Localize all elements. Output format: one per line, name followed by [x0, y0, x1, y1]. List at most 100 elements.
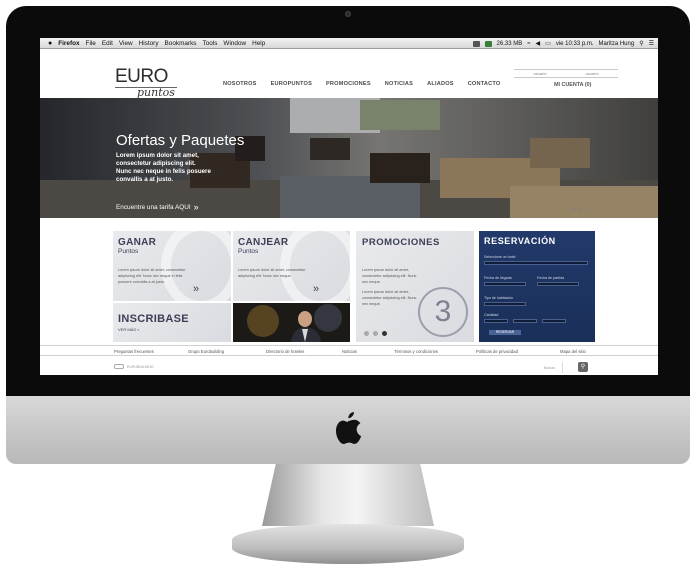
- apple-logo-icon: [336, 412, 362, 445]
- wifi-icon[interactable]: ≈: [527, 41, 530, 47]
- double-chevron-icon: »: [193, 202, 199, 212]
- footer-link-terms[interactable]: Términos y condiciones: [394, 349, 438, 354]
- hotel-label: Seleccione un hotel: [484, 255, 516, 259]
- quantity-label: Cantidad: [484, 313, 499, 317]
- footer-link-hotels[interactable]: Directorio de hoteles: [266, 349, 304, 354]
- promo-number: 3: [418, 287, 468, 337]
- menu-help[interactable]: Help: [252, 40, 265, 47]
- site-logo[interactable]: EURO puntos: [115, 66, 193, 100]
- nav-contacto[interactable]: CONTACTO: [468, 81, 501, 87]
- menu-history[interactable]: History: [139, 40, 159, 47]
- room-type-label: Tipo de habitación: [484, 296, 514, 300]
- tile-canjear[interactable]: CANJEAR Puntos Lorem ipsum dolor sit ame…: [233, 231, 350, 301]
- search-icon[interactable]: ⚲: [578, 362, 588, 372]
- nav-noticias[interactable]: NOTICIAS: [385, 81, 413, 87]
- status-app-icon[interactable]: [484, 40, 492, 47]
- memory-readout: 26.33 MB: [496, 40, 523, 47]
- photo-image: [233, 303, 350, 342]
- checkout-label: Fecha de partida: [537, 276, 564, 280]
- menu-window[interactable]: Window: [223, 40, 246, 47]
- apple-menu-icon[interactable]: ●: [48, 40, 52, 47]
- menu-tools[interactable]: Tools: [202, 40, 217, 47]
- footer-link-privacy[interactable]: Políticas de privacidad: [476, 349, 518, 354]
- footer-brand[interactable]: EUROBUILDING: [114, 364, 154, 369]
- pager-dot[interactable]: [373, 331, 378, 336]
- hero-cta-link[interactable]: Encuentre una tarifa AQUI»: [116, 202, 199, 212]
- footer-links: Preguntas frecuentes Grupo Eurobuilding …: [40, 345, 658, 356]
- main-nav: NOSOTROS EUROPUNTOS PROMOCIONES NOTICIAS…: [223, 81, 514, 87]
- pager-dot[interactable]: [364, 331, 369, 336]
- menubar-status: 26.33 MB ≈ ◀ ▭ vie 10:33 p.m. Maritza Hu…: [472, 38, 654, 49]
- checkin-label: Fecha de llegada: [484, 276, 512, 280]
- imac-stand: [262, 464, 434, 526]
- hero-text: Lorem ipsum dolor sit amet, consectetur …: [116, 152, 211, 184]
- volume-icon[interactable]: ◀: [536, 40, 541, 47]
- username-field[interactable]: usuario: [533, 71, 546, 76]
- footer-link-faq[interactable]: Preguntas frecuentes: [114, 349, 154, 354]
- menu-file[interactable]: File: [86, 40, 96, 47]
- tile-title: CANJEAR: [238, 237, 289, 248]
- imac-foot: [232, 524, 464, 564]
- checkout-field[interactable]: [537, 282, 579, 286]
- clock[interactable]: vie 10:33 p.m.: [556, 41, 594, 47]
- password-field[interactable]: usuario: [585, 71, 598, 76]
- imac: ● Firefox File Edit View History Bookmar…: [0, 0, 696, 569]
- camera-icon: [345, 11, 351, 17]
- reservation-panel: RESERVACIÓN Seleccione un hotel Fecha de…: [479, 231, 595, 342]
- battery-icon[interactable]: ▭: [545, 40, 551, 47]
- double-chevron-icon[interactable]: »: [193, 283, 199, 295]
- hero-line: Lorem ipsum dolor sit amet,: [116, 152, 199, 159]
- tile-title: PROMOCIONES: [362, 237, 440, 248]
- tile-subtitle[interactable]: VER MÁS »: [118, 327, 139, 332]
- footer-divider: [562, 362, 563, 373]
- hero-title: Ofertas y Paquetes: [116, 132, 245, 149]
- menu-view[interactable]: View: [119, 40, 133, 47]
- spotlight-icon[interactable]: ⚲: [639, 40, 643, 47]
- promo-pager: [364, 331, 387, 336]
- hero-line: consectetur adipiscing elit.: [116, 160, 196, 167]
- tile-promociones[interactable]: PROMOCIONES Lorem ipsum dolor sit amet, …: [356, 231, 474, 342]
- promo-text: Lorem ipsum dolor sit amet, consectetur …: [362, 290, 417, 306]
- tile-inscribase[interactable]: INSCRIBASE VER MÁS »: [113, 303, 231, 342]
- nav-europuntos[interactable]: EUROPUNTOS: [271, 81, 312, 87]
- hero-line: convallis a at justo.: [116, 176, 174, 183]
- double-chevron-icon[interactable]: »: [313, 283, 319, 295]
- footer-bottom: EUROBUILDING Buscar ⚲: [40, 358, 658, 375]
- room-type-select[interactable]: [484, 302, 526, 306]
- reservation-title: RESERVACIÓN: [484, 236, 556, 246]
- quantity-select[interactable]: [542, 319, 566, 323]
- pager-dot-active[interactable]: [382, 331, 387, 336]
- account-link[interactable]: MI CUENTA (0): [554, 82, 591, 88]
- nav-nosotros[interactable]: NOSOTROS: [223, 81, 257, 87]
- promo-text: Lorem ipsum dolor sit amet, consectetur …: [362, 268, 417, 284]
- nav-aliados[interactable]: ALIADOS: [427, 81, 454, 87]
- list-icon[interactable]: ☰: [649, 40, 654, 47]
- status-app-icon[interactable]: [472, 40, 480, 47]
- footer-link-group[interactable]: Grupo Eurobuilding: [188, 349, 224, 354]
- reserve-button[interactable]: RESERVAR: [489, 330, 521, 335]
- menu-firefox[interactable]: Firefox: [58, 40, 79, 47]
- slider-arrows[interactable]: < >: [572, 206, 582, 213]
- footer-link-sitemap[interactable]: Mapa del sitio: [560, 349, 586, 354]
- quantity-select[interactable]: [484, 319, 508, 323]
- user-name[interactable]: Maritza Hung: [599, 41, 635, 47]
- hero-banner[interactable]: Ofertas y Paquetes Lorem ipsum dolor sit…: [40, 98, 658, 218]
- quantity-select[interactable]: [513, 319, 537, 323]
- menu-bookmarks[interactable]: Bookmarks: [165, 40, 197, 47]
- nav-promociones[interactable]: PROMOCIONES: [326, 81, 371, 87]
- footer-search-input[interactable]: Buscar: [544, 366, 555, 370]
- checkin-field[interactable]: [484, 282, 526, 286]
- tile-subtitle: Puntos: [118, 248, 139, 255]
- tile-body: Lorem ipsum dolor sit amet, consectetur …: [362, 267, 422, 307]
- menu-edit[interactable]: Edit: [102, 40, 113, 47]
- hero-cta-label: Encuentre una tarifa AQUI: [116, 204, 191, 211]
- mac-menubar: ● Firefox File Edit View History Bookmar…: [40, 38, 658, 49]
- promo-photo[interactable]: [233, 303, 350, 342]
- hero-line: Nunc nec neque in felis posuere: [116, 168, 211, 175]
- screen: ● Firefox File Edit View History Bookmar…: [40, 38, 658, 375]
- tile-title: INSCRIBASE: [118, 313, 189, 325]
- hotel-select[interactable]: [484, 261, 588, 265]
- footer-link-news[interactable]: Noticias: [342, 349, 357, 354]
- tile-ganar[interactable]: GANAR Puntos Lorem ipsum dolor sit amet,…: [113, 231, 231, 301]
- tile-body: Lorem ipsum dolor sit amet, consectetur …: [238, 268, 306, 278]
